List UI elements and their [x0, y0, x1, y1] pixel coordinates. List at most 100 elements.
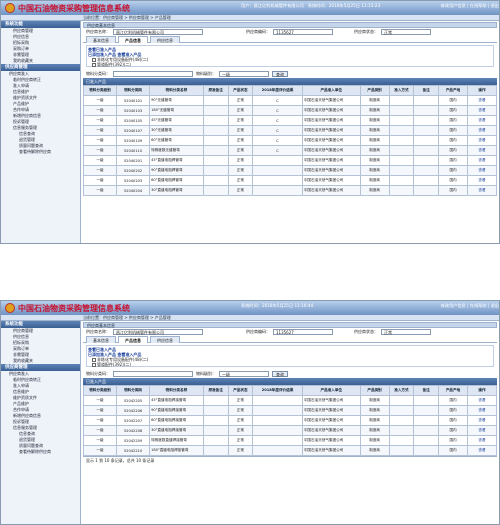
supplier-code-field[interactable]: 1135627 [273, 29, 333, 35]
table-cell: 制造商 [359, 415, 390, 426]
supplier-name-field[interactable]: 昌江亿利机械管件有限公司 [113, 329, 203, 335]
table-cell: 52040204 [116, 185, 151, 196]
view-link[interactable]: 查看 [466, 425, 498, 436]
view-link[interactable]: 查看 [466, 125, 498, 136]
table-cell: 中国石油天然气集团公司 [301, 185, 361, 196]
column-header: 产品类别 [359, 85, 390, 96]
supplier-status-field[interactable]: 正常 [381, 29, 431, 35]
table-cell [413, 185, 440, 196]
table-row: 一级 52040105 45°无缝管弯 正常 C 中国石油天然气集团公司 制造商 国内 查看 [82, 115, 498, 126]
table-cell: 一级 [82, 405, 118, 416]
view-link[interactable]: 查看 [466, 165, 498, 176]
table-cell [413, 175, 440, 186]
sidebar-item[interactable]: 查看待解除供应商 [1, 149, 80, 155]
table-cell [202, 125, 229, 136]
table-cell [252, 425, 303, 436]
table-cell: 30°直缝电阻焊管弯 [149, 185, 204, 196]
table-cell: 国内 [438, 155, 468, 166]
view-link[interactable]: 查看 [466, 415, 498, 426]
table-cell [252, 445, 303, 456]
table-cell: 制造商 [359, 105, 390, 116]
table-cell: 国内 [438, 185, 468, 196]
table-cell: 中国石油天然气集团公司 [301, 175, 361, 186]
table-cell: 正常 [227, 435, 254, 446]
view-link[interactable]: 查看 [466, 395, 498, 406]
tab-product-info[interactable]: 产品信息 [118, 336, 148, 343]
table-cell [388, 435, 415, 446]
filter-row: 物料分类码： 物料级别： 一级 查询 [83, 369, 497, 378]
code-filter-input[interactable] [113, 370, 193, 377]
supplier-code-field[interactable]: 1135627 [273, 329, 333, 335]
tab-supply-info[interactable]: 供应信息 [150, 36, 180, 43]
supplier-info-row: 供应商名称： 昌江亿利机械管件有限公司 供应商编码： 1135627 供应商状态… [83, 28, 497, 36]
table-cell: 国内 [438, 405, 468, 416]
view-link[interactable]: 查看 [466, 445, 498, 456]
view-link[interactable]: 查看 [466, 95, 498, 106]
table-cell: 中国石油天然气集团公司 [301, 405, 361, 416]
supplier-info-row: 供应商名称： 昌江亿利机械管件有限公司 供应商编码： 1135627 供应商状态… [83, 328, 497, 336]
sidebar-item[interactable]: 查看待解除供应商 [1, 449, 80, 455]
table-cell: 正常 [227, 115, 254, 126]
view-link[interactable]: 查看 [466, 175, 498, 186]
table-cell [202, 165, 229, 176]
table-cell: C [252, 115, 303, 126]
tab-basic-info[interactable]: 基本信息 [86, 336, 116, 343]
level-select[interactable]: 一级 [219, 70, 269, 77]
view-link[interactable]: 查看 [466, 405, 498, 416]
table-cell: 制造商 [359, 165, 390, 176]
tree-node[interactable]: 管道配件(392)(二) [88, 362, 492, 367]
table-cell: 中国石油天然气集团公司 [301, 445, 361, 456]
view-link[interactable]: 查看 [466, 435, 498, 446]
table-cell: C [252, 95, 303, 106]
table-row: 一级 52040101 90°无缝管弯 正常 C 中国石油天然气集团公司 制造商 国内 查看 [82, 95, 498, 106]
table-row: 一级 52042207 60°直缝电阻焊接管弯 正常 中国石油天然气集团公司 制造商 国内查… [82, 415, 498, 426]
code-filter-label: 物料分类码： [86, 70, 110, 76]
tree-node[interactable]: 管道配件(392)(二) [88, 62, 492, 67]
table-cell [388, 405, 415, 416]
table-cell: 中国石油天然气集团公司 [301, 155, 361, 166]
supplier-name-field[interactable]: 昌江亿利机械管件有限公司 [113, 29, 203, 35]
column-header: 原准备注 [202, 85, 229, 96]
view-link[interactable]: 查看 [466, 185, 498, 196]
table-cell: 45°无缝管弯 [149, 115, 204, 126]
query-button[interactable]: 查询 [272, 70, 288, 77]
tab-product-info[interactable]: 产品信息 [118, 36, 148, 43]
top-links[interactable]: 修改用户信息 | 在线帮助 | 退出 [441, 3, 499, 9]
query-button[interactable]: 查询 [272, 370, 288, 377]
view-link[interactable]: 查看 [466, 145, 498, 156]
table-cell: 正常 [227, 135, 254, 146]
breadcrumb: 当前位置：供应商管理 > 供应商管理 > 产品管理 [83, 315, 171, 320]
table-cell [388, 185, 415, 196]
table-row: 一级 52042208 30°直缝电阻焊接管弯 正常 中国石油天然气集团公司 制造商 国内查… [82, 425, 498, 436]
view-link[interactable]: 查看 [466, 115, 498, 126]
table-cell: 90°直缝电阻焊管弯 [149, 165, 204, 176]
table-cell: 52042206 [116, 405, 151, 416]
view-link[interactable]: 查看 [466, 155, 498, 166]
table-cell: 制造商 [359, 145, 390, 156]
table-cell: 中国石油天然气集团公司 [301, 145, 361, 156]
title-bar: 中国石油物资采购管理信息系统 用户：昌江亿利机械管件有限公司 系统时间：2018… [1, 1, 499, 15]
table-cell [388, 95, 415, 106]
level-select[interactable]: 一级 [219, 370, 269, 377]
column-header: 产品产地 [438, 85, 468, 96]
table-cell: 制造商 [359, 115, 390, 126]
code-filter-input[interactable] [113, 70, 193, 77]
table-cell [202, 415, 229, 426]
supplier-status-field[interactable]: 正常 [381, 329, 431, 335]
view-link[interactable]: 查看 [466, 135, 498, 146]
table-cell: 中国石油天然气集团公司 [301, 425, 361, 436]
tab-basic-info[interactable]: 基本信息 [86, 36, 116, 43]
table-cell [413, 165, 440, 176]
table-cell [202, 155, 229, 166]
table-cell: 国内 [438, 395, 468, 406]
table-cell: 52042209 [116, 435, 151, 446]
tab-supply-info[interactable]: 供应信息 [150, 336, 180, 343]
top-links[interactable]: 修改用户信息 | 在线帮助 | 退出 [441, 303, 499, 309]
table-cell: 一级 [82, 425, 118, 436]
column-header: 备注 [413, 385, 440, 396]
table-cell [388, 175, 415, 186]
view-link[interactable]: 查看 [466, 105, 498, 116]
table-row: 一级 52040201 45°直缝电阻焊管弯 正常 中国石油天然气集团公司 制造商 国内 查看 [82, 155, 498, 166]
table-cell: 制造商 [359, 175, 390, 186]
table-cell [388, 145, 415, 156]
